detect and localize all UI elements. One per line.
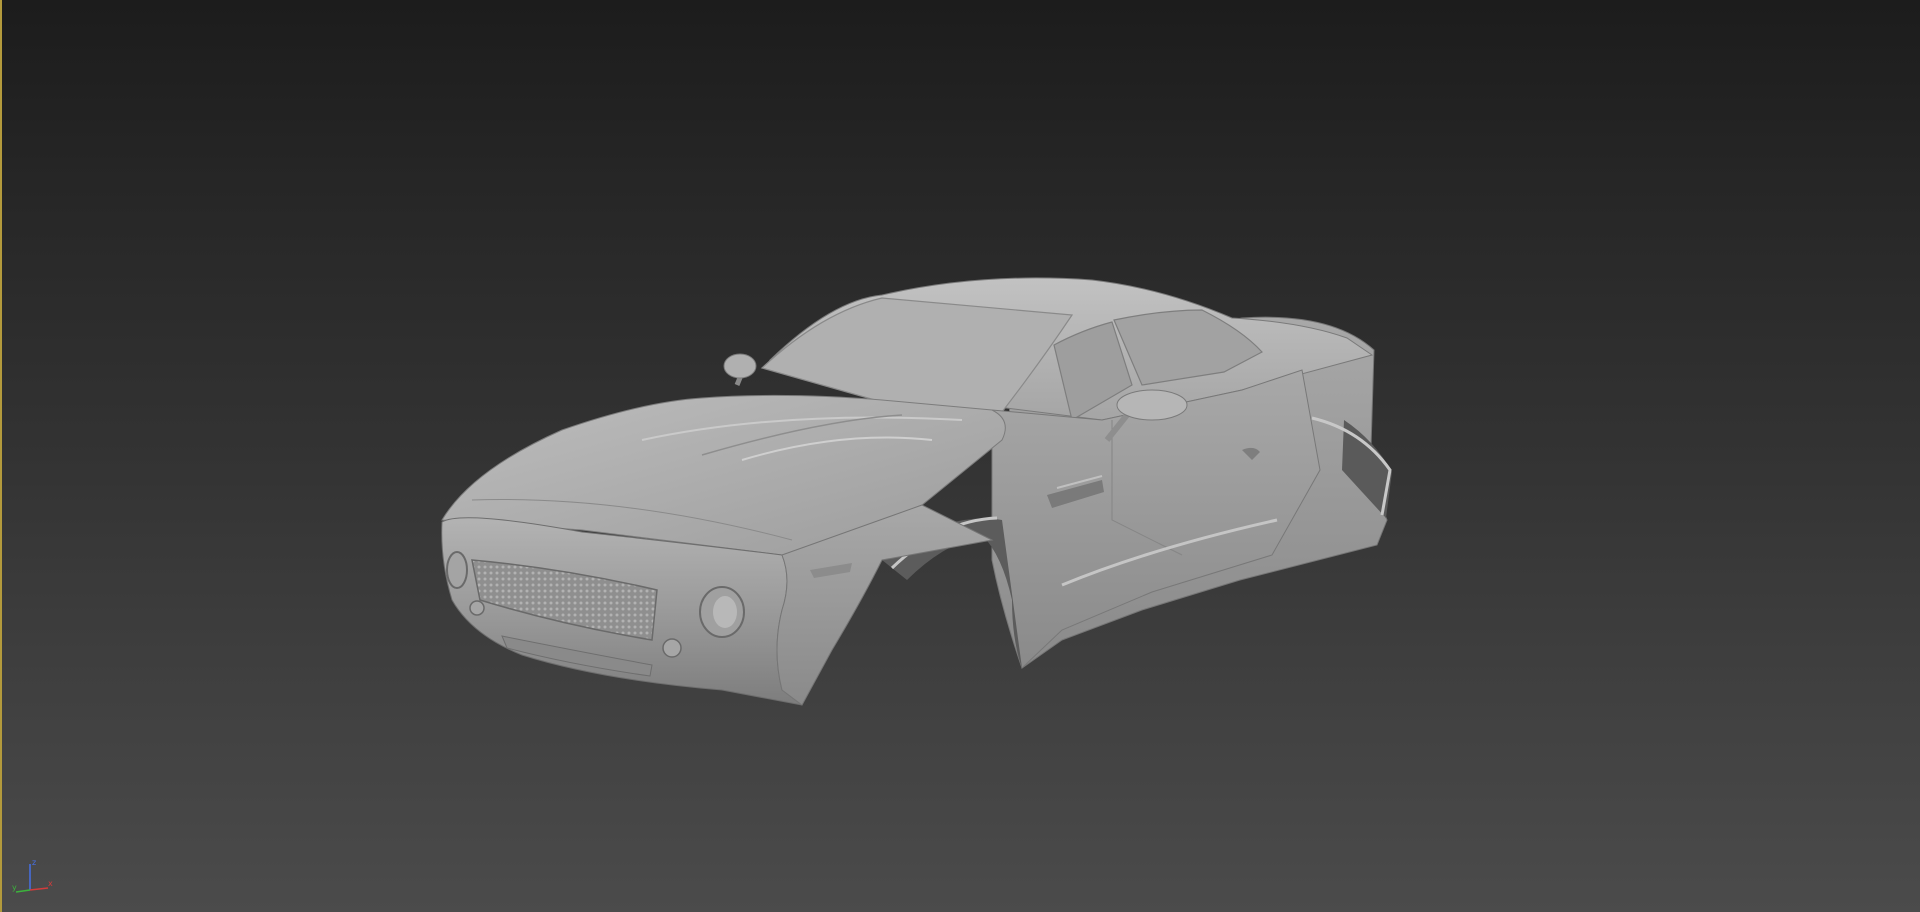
y-axis-label: y — [12, 883, 17, 892]
mirror-left — [723, 353, 757, 386]
x-axis-label: x — [48, 879, 53, 888]
fog-light-left — [469, 600, 485, 616]
headlight-left — [446, 551, 468, 589]
car-body-model[interactable] — [2, 0, 1920, 912]
x-axis — [29, 887, 49, 891]
y-axis — [15, 889, 31, 893]
z-axis-label: z — [32, 858, 36, 867]
axis-tripod-gizmo: z x y — [12, 858, 53, 893]
fog-light-right — [662, 638, 682, 658]
3d-viewport[interactable]: z x y — [0, 0, 1920, 912]
